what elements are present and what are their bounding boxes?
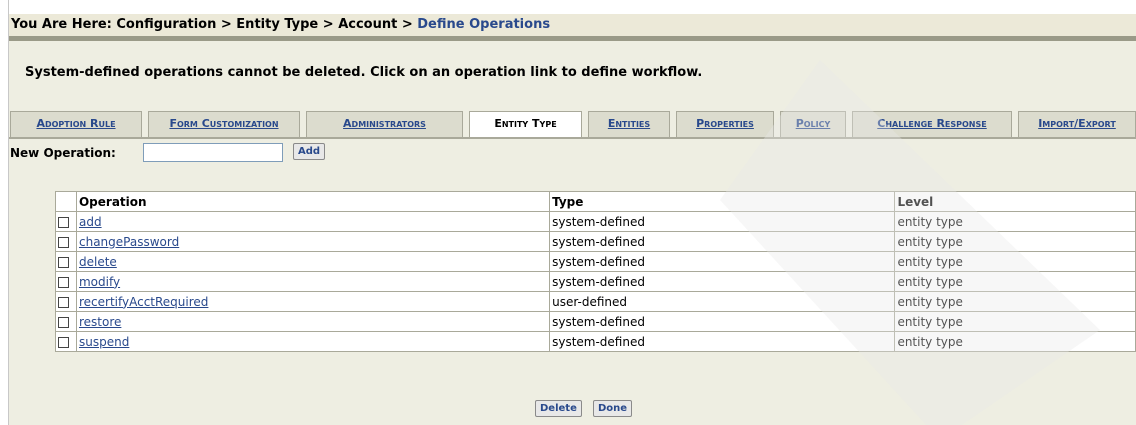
operation-type: system-defined [549,331,896,352]
tab-challenge-response[interactable]: Challenge Response [852,111,1012,137]
table-header-row: Operation Type Level [55,191,1136,212]
breadcrumb: You Are Here: Configuration > Entity Typ… [9,14,1136,41]
header-type: Type [549,191,896,212]
add-button[interactable]: Add [293,143,326,160]
operation-link[interactable]: modify [79,275,120,289]
operation-link[interactable]: changePassword [79,235,179,249]
tab-properties[interactable]: Properties [676,111,774,137]
breadcrumb-path: You Are Here: Configuration > Entity Typ… [11,17,418,32]
new-operation-label: New Operation: [10,146,116,160]
notice-text: System-defined operations cannot be dele… [25,65,703,80]
header-operation: Operation [75,191,551,212]
tab-policy[interactable]: Policy [780,111,846,137]
operation-type: system-defined [549,271,896,292]
operation-type: system-defined [549,251,896,272]
table-row: delete system-defined entity type [55,251,1136,272]
table-row: recertifyAcctRequired user-defined entit… [55,291,1136,312]
delete-button[interactable]: Delete [535,400,582,417]
operation-link[interactable]: suspend [79,335,129,349]
operation-link[interactable]: recertifyAcctRequired [79,295,208,309]
row-checkbox[interactable] [58,316,69,328]
operation-level: entity type [894,231,1136,252]
header-select-cell [55,191,77,212]
row-checkbox[interactable] [58,216,69,228]
table-row: restore system-defined entity type [55,311,1136,332]
row-checkbox[interactable] [58,236,69,248]
tab-entity-type[interactable]: Entity Type [469,111,582,138]
row-checkbox[interactable] [58,336,69,348]
breadcrumb-current: Define Operations [417,17,551,32]
operation-link[interactable]: add [79,215,102,229]
tab-import-export[interactable]: Import/Export [1018,111,1136,137]
tab-adoption-rule[interactable]: Adoption Rule [10,111,142,137]
operation-level: entity type [894,291,1136,312]
operation-type: user-defined [549,291,896,312]
operation-type: system-defined [549,311,896,332]
row-checkbox[interactable] [58,296,69,308]
header-level: Level [894,191,1136,212]
row-checkbox[interactable] [58,256,69,268]
row-checkbox[interactable] [58,276,69,288]
table-row: suspend system-defined entity type [55,331,1136,352]
operation-link[interactable]: restore [79,315,121,329]
tab-entities[interactable]: Entities [588,111,670,137]
tab-form-customization[interactable]: Form Customization [148,111,300,137]
operation-level: entity type [894,311,1136,332]
operation-link[interactable]: delete [79,255,117,269]
operation-type: system-defined [549,231,896,252]
operation-type: system-defined [549,211,896,232]
tab-administrators[interactable]: Administrators [306,111,463,137]
operation-level: entity type [894,211,1136,232]
new-operation-input[interactable] [143,143,283,162]
table-row: modify system-defined entity type [55,271,1136,292]
operation-level: entity type [894,251,1136,272]
operations-table: Operation Type Level add system-defined … [55,191,1136,352]
tab-divider [9,137,1136,139]
done-button[interactable]: Done [593,400,633,417]
operation-level: entity type [894,271,1136,292]
operation-level: entity type [894,331,1136,352]
table-row: add system-defined entity type [55,211,1136,232]
table-row: changePassword system-defined entity typ… [55,231,1136,252]
